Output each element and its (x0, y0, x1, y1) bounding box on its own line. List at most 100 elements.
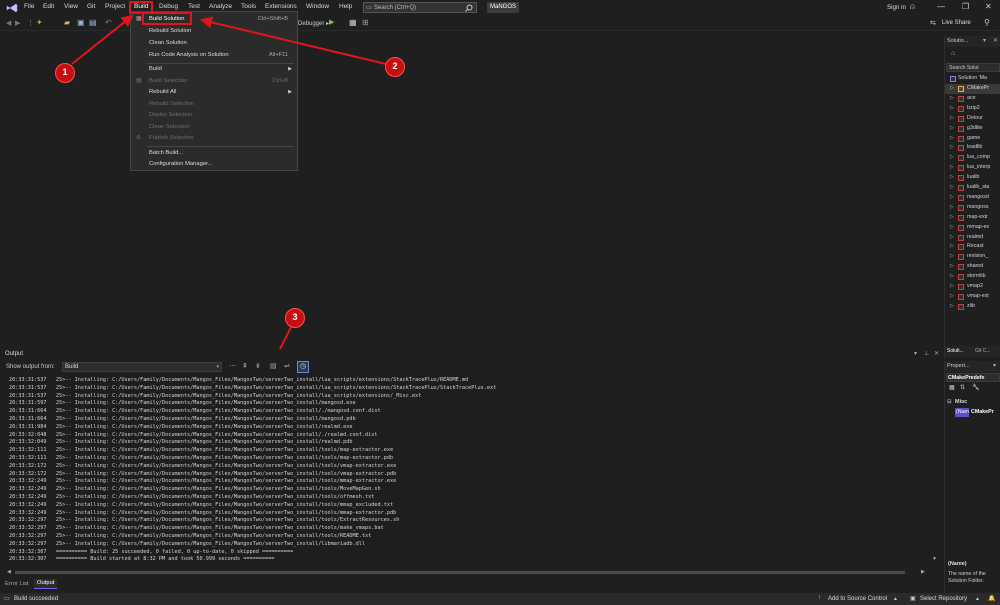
status-icon: ▭ (4, 596, 10, 602)
property-name-cell[interactable]: (Nam (955, 408, 969, 417)
tree-item-label: lua_comp (967, 154, 990, 161)
scroll-left-icon[interactable]: ◀ (7, 569, 11, 575)
alphabetical-icon[interactable]: ⇅ (960, 384, 965, 391)
expand-icon[interactable]: ▷ (950, 144, 954, 150)
pin-icon[interactable]: ▾ (983, 37, 986, 44)
tree-item[interactable]: ▷ realmd (945, 233, 1000, 243)
tree-item[interactable]: ▷ mmap-ex (945, 223, 1000, 233)
expand-icon[interactable]: ▷ (950, 154, 954, 160)
output-hscrollbar[interactable]: ◀ ▶ (6, 568, 930, 577)
output-scrollbar[interactable]: ▼ (931, 376, 940, 576)
expand-icon[interactable]: ▷ (950, 204, 954, 210)
tree-item[interactable]: ▷ Recast (945, 242, 1000, 252)
expand-icon[interactable]: ▷ (950, 283, 954, 289)
output-log-line: 20:33:32:049 25>-- Installing: C:/Users/… (9, 439, 353, 446)
tree-item[interactable]: ▷ vmap2 (945, 282, 1000, 292)
tab-output[interactable]: Output (34, 579, 58, 589)
tree-item[interactable]: ▷ ace (945, 94, 1000, 104)
expand-icon[interactable]: ▷ (950, 303, 954, 309)
tree-item[interactable]: ▷ stormlib (945, 272, 1000, 282)
tree-item-label: stormlib (967, 273, 986, 280)
tree-item[interactable]: ▷ mangoss (945, 203, 1000, 213)
project-icon (958, 224, 964, 231)
show-timestamps-toggle[interactable]: ◷ (297, 361, 309, 373)
expand-icon[interactable]: ▷ (950, 184, 954, 190)
expand-icon[interactable]: ▷ (950, 135, 954, 141)
scroll-down-icon[interactable]: ▼ (932, 556, 937, 562)
clear-all-icon[interactable]: ▤ (270, 362, 277, 370)
tree-item-label: Solution 'Ma (958, 75, 987, 81)
expand-icon[interactable]: ▷ (950, 85, 954, 91)
tree-item[interactable]: ▷ game (945, 134, 1000, 144)
tree-item[interactable]: ▷ lualib (945, 173, 1000, 183)
tree-item[interactable]: ▷ vmap-ext (945, 292, 1000, 302)
select-repository[interactable]: Select Repository (920, 596, 967, 602)
callout-2: 2 (385, 57, 405, 77)
tree-item[interactable]: ▷ CMakePr (945, 84, 1000, 94)
expand-icon[interactable]: ▷ (950, 164, 954, 170)
next-message-icon[interactable]: ⇟ (255, 362, 261, 370)
tree-item[interactable]: ▷ shared (945, 262, 1000, 272)
tree-item-solution[interactable]: Solution 'Ma (945, 74, 1000, 84)
project-icon (958, 115, 964, 122)
properties-object-select[interactable]: CMakePredefe (946, 373, 1000, 382)
home-icon[interactable]: ⌂ (951, 50, 955, 57)
prev-message-icon[interactable]: ⇞ (242, 362, 248, 370)
expand-icon[interactable]: ▷ (950, 263, 954, 269)
solution-search-placeholder: Search Solut (949, 65, 979, 71)
tree-item[interactable]: ▷ revision_ (945, 252, 1000, 262)
expand-icon[interactable]: ▷ (950, 105, 954, 111)
tree-item[interactable]: ▷ lua_interp (945, 163, 1000, 173)
close-panel-icon[interactable]: ▾ (993, 362, 996, 369)
expand-icon[interactable]: ▷ (950, 174, 954, 180)
expand-icon[interactable]: ▷ (950, 253, 954, 259)
tree-item[interactable]: ▷ zlib (945, 302, 1000, 312)
tree-item-label: vmap2 (967, 283, 983, 289)
tab-git-changes[interactable]: Git C... (975, 348, 991, 354)
expand-icon[interactable]: ▷ (950, 95, 954, 101)
tree-item[interactable]: ▷ map-extr (945, 213, 1000, 223)
property-pages-icon[interactable]: 🔧 (972, 384, 979, 391)
find-message-icon[interactable]: ⋯ (229, 362, 236, 370)
project-icon (958, 95, 964, 102)
close-icon[interactable]: ✕ (934, 350, 939, 357)
solution-search-input[interactable]: Search Solut (946, 63, 1000, 72)
expand-icon[interactable]: ▷ (950, 243, 954, 249)
project-icon (958, 194, 964, 201)
expand-icon[interactable]: ▷ (950, 293, 954, 299)
add-to-source-control[interactable]: Add to Source Control (828, 596, 887, 602)
expand-icon[interactable]: ▷ (950, 214, 954, 220)
pin-icon[interactable]: ⊥ (924, 350, 929, 357)
tab-solution-explorer[interactable]: Soluti... (947, 348, 964, 354)
expand-icon[interactable]: ▷ (950, 273, 954, 279)
property-value[interactable]: CMakePr (971, 409, 994, 415)
collapse-icon[interactable]: ⊟ (947, 399, 952, 405)
tree-item-label: map-extr (967, 213, 988, 220)
tree-item[interactable]: ▷ g3dlite (945, 124, 1000, 134)
expand-icon[interactable]: ▷ (950, 194, 954, 200)
tree-item[interactable]: ▷ mangosd (945, 193, 1000, 203)
expand-icon[interactable]: ▷ (950, 125, 954, 131)
scroll-right-icon[interactable]: ▶ (921, 569, 925, 575)
expand-icon[interactable]: ▷ (950, 115, 954, 121)
tree-item[interactable]: ▷ lua_comp (945, 153, 1000, 163)
tree-item[interactable]: ▷ loadlib (945, 143, 1000, 153)
output-log[interactable]: 20:33:31:537 25>-- Installing: C:/Users/… (6, 376, 930, 566)
categorized-icon[interactable]: ▦ (949, 384, 955, 391)
tree-item[interactable]: ▷ bzip2 (945, 104, 1000, 114)
tree-item[interactable]: ▷ Detour (945, 114, 1000, 124)
close-panel-icon[interactable]: ✕ (993, 37, 998, 44)
output-source-select[interactable]: Build ▾ (62, 362, 222, 372)
project-icon (958, 155, 964, 162)
output-log-line: 20:33:31:664 25>-- Installing: C:/Users/… (9, 416, 356, 422)
word-wrap-icon[interactable]: ⇌ (284, 362, 290, 370)
tree-item[interactable]: ▷ lualib_sta (945, 183, 1000, 193)
tab-error-list[interactable]: Error List (5, 581, 29, 587)
hscroll-thumb[interactable] (15, 571, 905, 574)
expand-icon[interactable]: ▷ (950, 224, 954, 230)
notifications-icon[interactable]: 🔔 (988, 595, 995, 602)
window-position-icon[interactable]: ▾ (914, 350, 917, 357)
project-icon (958, 284, 964, 290)
output-log-line: 20:33:32:172 25>-- Installing: C:/Users/… (9, 470, 397, 477)
expand-icon[interactable]: ▷ (950, 234, 954, 240)
